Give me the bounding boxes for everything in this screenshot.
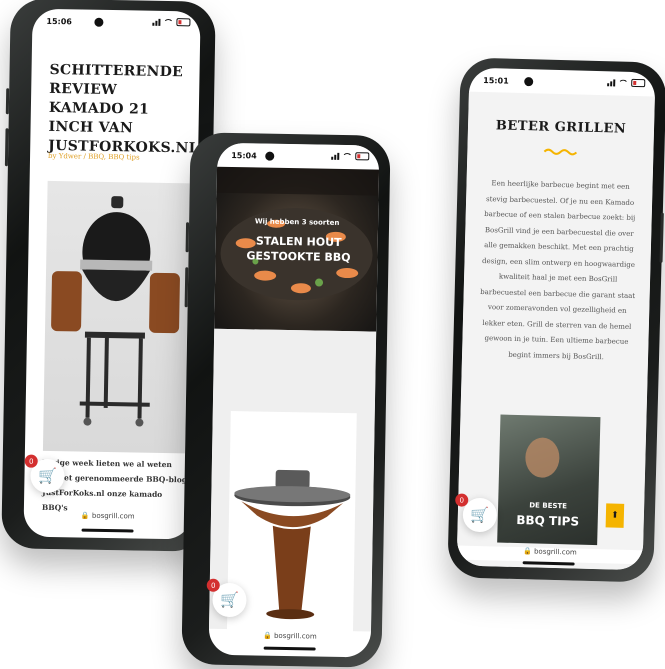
side-button [185, 222, 190, 253]
status-icons [331, 152, 370, 161]
signal-icon [607, 78, 616, 86]
article-meta[interactable]: by Ydwer / BBQ, BBQ tips [48, 152, 140, 162]
url-text: bosgrill.com [273, 631, 317, 641]
url-bar[interactable]: 🔒 bosgrill.com [24, 511, 192, 528]
lock-icon: 🔒 [262, 631, 272, 640]
side-button [5, 88, 10, 115]
article-body: Vorige week lieten we al weten dat het g… [41, 457, 188, 513]
scroll-top-button[interactable]: ⬆ [605, 503, 625, 528]
status-time: 15:01 [483, 75, 509, 86]
screen: 15:04 Wij hebben 3 soorten STALEN HOUT G… [208, 142, 380, 658]
kamado-grill-illustration [51, 196, 180, 427]
wifi-icon [618, 79, 629, 87]
status-bar: 15:04 [217, 142, 380, 170]
battery-icon [631, 78, 646, 88]
status-time: 15:06 [46, 16, 72, 27]
person-photo [524, 437, 560, 479]
card-title: BBQ TIPS [516, 513, 580, 529]
status-time: 15:04 [231, 151, 257, 161]
wave-divider [543, 148, 578, 156]
battery-icon [176, 18, 191, 27]
card-kicker: DE BESTE [529, 501, 568, 511]
side-button [184, 267, 189, 308]
wifi-icon [342, 152, 353, 160]
hero-banner[interactable]: Wij hebben 3 soorten STALEN HOUT GESTOOK… [214, 162, 380, 332]
screen: 15:01 BETER GRILLEN Een heerlijke barbec… [456, 67, 656, 571]
wifi-icon [163, 18, 174, 26]
url-text: bosgrill.com [91, 511, 135, 521]
home-indicator[interactable] [263, 646, 316, 651]
side-button [659, 212, 664, 263]
intro-paragraph: Een heerlijke barbecue begint met een st… [480, 179, 636, 361]
side-button [4, 128, 9, 167]
url-bar[interactable]: 🔒 bosgrill.com [209, 631, 371, 648]
camera-cutout [524, 77, 534, 87]
phone-left: 15:06 SCHITTERENDE REVIEW KAMADO 21 INCH… [1, 0, 216, 552]
signal-icon [152, 18, 161, 26]
arrow-up-icon: ⬆ [610, 510, 619, 521]
phone-right: 15:01 BETER GRILLEN Een heerlijke barbec… [447, 57, 665, 583]
camera-cutout [94, 17, 104, 27]
status-bar: 15:06 [32, 9, 200, 36]
signal-icon [331, 152, 340, 160]
phone-middle: 15:04 Wij hebben 3 soorten STALEN HOUT G… [181, 132, 391, 668]
cart-icon: 🛒 [220, 590, 239, 610]
kamado-product-image [42, 180, 190, 454]
cart-icon: 🛒 [37, 466, 57, 486]
battery-icon [355, 152, 370, 161]
lock-icon: 🔒 [522, 547, 532, 556]
camera-cutout [265, 151, 275, 161]
home-indicator[interactable] [81, 528, 134, 533]
cart-icon: 🛒 [470, 505, 490, 525]
article-title: SCHITTERENDE REVIEW KAMADO 21 INCH VAN J… [48, 61, 199, 157]
status-icons [152, 18, 191, 27]
status-icons [607, 78, 646, 88]
bbq-tips-card[interactable]: DE BESTE BBQ TIPS [497, 414, 601, 546]
lock-icon: 🔒 [80, 511, 90, 520]
hero-title: STALEN HOUT GESTOOKTE BBQ [246, 234, 351, 265]
url-text: bosgrill.com [533, 547, 577, 557]
